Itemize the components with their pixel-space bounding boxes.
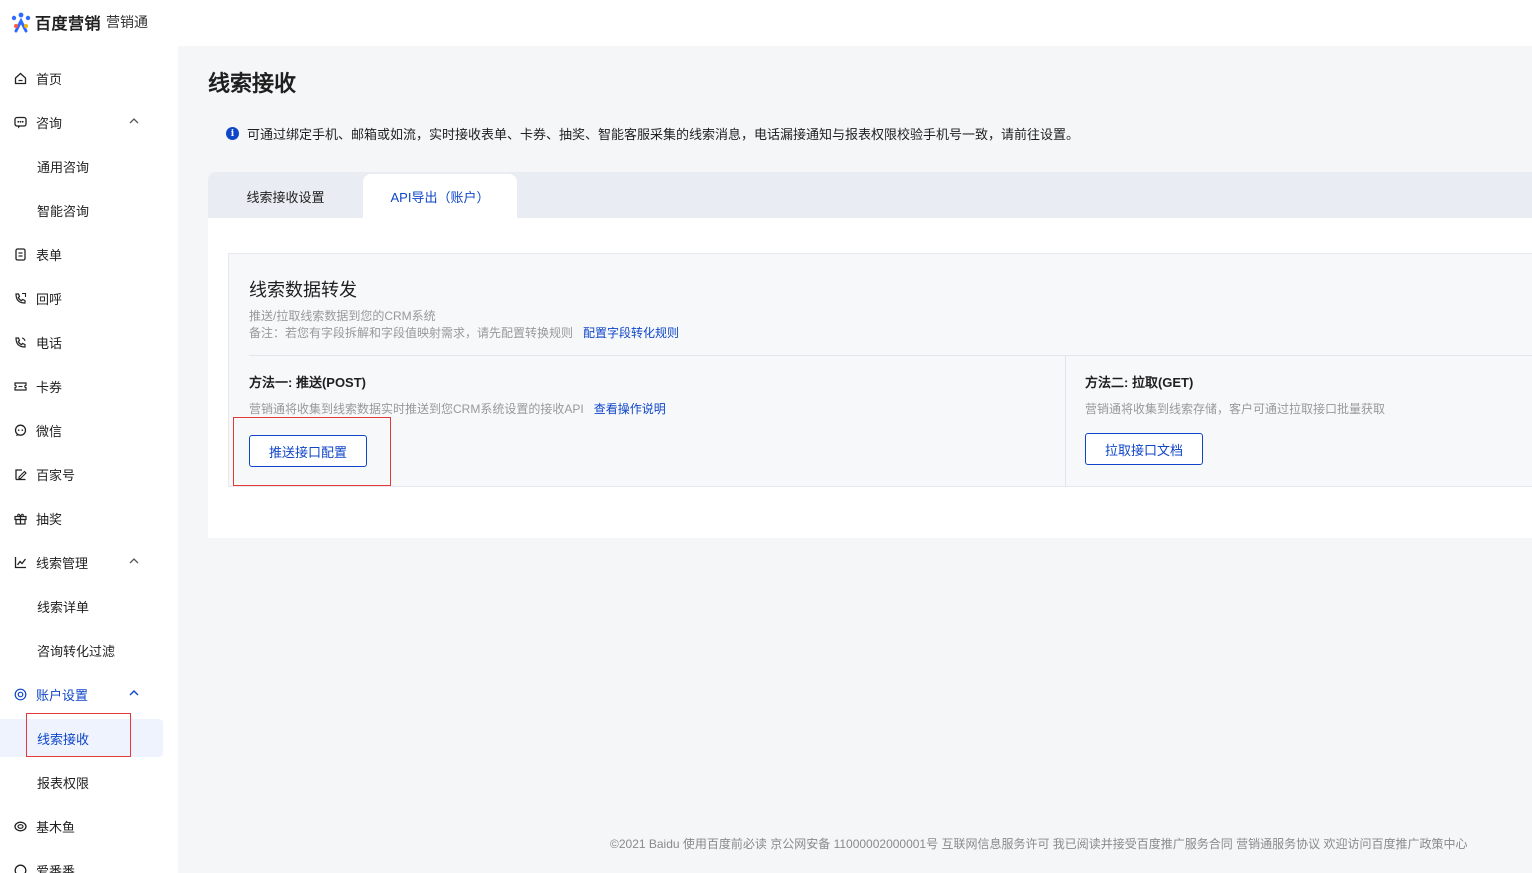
sidebar-item-jimuyu[interactable]: 基木鱼 bbox=[0, 804, 178, 848]
sidebar-item-label: 爱番番 bbox=[36, 863, 76, 873]
logo-product: 营销通 bbox=[106, 14, 149, 30]
sidebar-item-lead-detail[interactable]: 线索详单 bbox=[0, 584, 178, 628]
method-pull-desc-text: 营销通将收集到线索存储，客户可通过拉取接口批量获取 bbox=[1085, 402, 1386, 416]
sidebar-item-lottery[interactable]: 抽奖 bbox=[0, 496, 178, 540]
card-description: 推送/拉取线索数据到您的CRM系统 bbox=[249, 309, 436, 323]
sidebar-item-form[interactable]: 表单 bbox=[0, 232, 178, 276]
footer: ©2021 Baidu 使用百度前必读 京公网安备 11000002000001… bbox=[610, 837, 1468, 851]
method-push-desc: 营销通将收集到线索数据实时推送到您CRM系统设置的接收API 查看操作说明 bbox=[249, 400, 666, 417]
logo-brand: 百度营销 bbox=[35, 16, 102, 33]
sidebar-item-label: 智能咨询 bbox=[37, 203, 90, 219]
method-push: 方法一: 推送(POST) 营销通将收集到线索数据实时推送到您CRM系统设置的接… bbox=[249, 372, 666, 417]
aifanfan-icon bbox=[13, 863, 27, 873]
sidebar-item-aifanfan[interactable]: 爱番番 bbox=[0, 848, 178, 873]
sidebar-item-baijiahao[interactable]: 百家号 bbox=[0, 452, 178, 496]
divider bbox=[1065, 356, 1066, 487]
phone-icon bbox=[13, 335, 27, 349]
chevron-up-icon[interactable] bbox=[128, 555, 140, 570]
chat-icon bbox=[13, 115, 27, 129]
sidebar-item-label: 咨询转化过滤 bbox=[37, 643, 116, 659]
jimuyu-icon bbox=[13, 819, 27, 833]
sidebar-item-label: 抽奖 bbox=[36, 511, 63, 527]
sidebar-item-label: 报表权限 bbox=[37, 775, 90, 791]
sidebar-item-label: 线索接收 bbox=[37, 731, 90, 747]
logo[interactable]: 百度营销 营销通 bbox=[10, 10, 148, 34]
method-pull-desc: 营销通将收集到线索存储，客户可通过拉取接口批量获取 bbox=[1085, 400, 1385, 417]
notice-text: 可通过绑定手机、邮箱或如流，实时接收表单、卡券、抽奖、智能客服采集的线索消息，电… bbox=[247, 127, 1080, 142]
tab-api-export[interactable]: API导出（账户） bbox=[363, 174, 517, 218]
tab-lead-receive-settings[interactable]: 线索接收设置 bbox=[208, 172, 363, 218]
sidebar-item-phone[interactable]: 电话 bbox=[0, 320, 178, 364]
divider bbox=[249, 355, 1532, 356]
sidebar-item-smart-consult[interactable]: 智能咨询 bbox=[0, 188, 178, 232]
sidebar-item-label: 线索管理 bbox=[36, 555, 89, 571]
card-note-text: 备注：若您有字段拆解和字段值映射需求，请先配置转换规则 bbox=[249, 326, 574, 340]
card-title: 线索数据转发 bbox=[249, 280, 357, 300]
sidebar-item-label: 表单 bbox=[36, 247, 63, 263]
sidebar-item-label: 百家号 bbox=[36, 467, 76, 483]
sidebar-item-label: 卡券 bbox=[36, 379, 63, 395]
sidebar-item-consult-filter[interactable]: 咨询转化过滤 bbox=[0, 628, 178, 672]
sidebar-item-account-settings[interactable]: 账户设置 bbox=[0, 672, 178, 716]
sidebar-item-label: 首页 bbox=[36, 71, 63, 87]
sidebar-item-callback[interactable]: 回呼 bbox=[0, 276, 178, 320]
sidebar-item-label: 线索详单 bbox=[37, 599, 90, 615]
sidebar: 百度营销 营销通 首页 咨询 通用咨询 智能咨询 表单 回呼 电话 卡券 微信 … bbox=[0, 0, 178, 873]
sidebar-item-home[interactable]: 首页 bbox=[0, 56, 178, 100]
info-icon: i bbox=[226, 127, 239, 140]
sidebar-item-lead-receive[interactable]: 线索接收 bbox=[0, 719, 163, 757]
card-note: 备注：若您有字段拆解和字段值映射需求，请先配置转换规则 配置字段转化规则 bbox=[249, 324, 679, 341]
sidebar-item-label: 咨询 bbox=[36, 115, 63, 131]
sidebar-item-label: 基木鱼 bbox=[36, 819, 76, 835]
config-field-rules-link[interactable]: 配置字段转化规则 bbox=[583, 324, 679, 341]
sidebar-nav: 首页 咨询 通用咨询 智能咨询 表单 回呼 电话 卡券 微信 百家号 抽奖 线索… bbox=[0, 56, 178, 873]
lead-forward-card: 线索数据转发 推送/拉取线索数据到您的CRM系统 备注：若您有字段拆解和字段值映… bbox=[228, 253, 1532, 487]
settings-icon bbox=[13, 687, 27, 701]
method-push-title: 方法一: 推送(POST) bbox=[249, 375, 366, 390]
sidebar-item-lead-mgmt[interactable]: 线索管理 bbox=[0, 540, 178, 584]
sidebar-item-label: 微信 bbox=[36, 423, 63, 439]
gift-icon bbox=[13, 511, 27, 525]
sidebar-item-label: 电话 bbox=[36, 335, 63, 351]
sidebar-item-report-permission[interactable]: 报表权限 bbox=[0, 760, 178, 804]
page-title: 线索接收 bbox=[208, 71, 297, 96]
sidebar-item-wechat[interactable]: 微信 bbox=[0, 408, 178, 452]
sidebar-item-general-consult[interactable]: 通用咨询 bbox=[0, 144, 178, 188]
sidebar-item-label: 回呼 bbox=[36, 291, 63, 307]
pull-api-doc-button[interactable]: 拉取接口文档 bbox=[1085, 433, 1203, 465]
callback-icon bbox=[13, 291, 27, 305]
home-icon bbox=[13, 71, 27, 85]
push-api-config-button[interactable]: 推送接口配置 bbox=[249, 435, 367, 467]
wechat-icon bbox=[13, 423, 27, 437]
chart-icon bbox=[13, 555, 27, 569]
sidebar-item-coupon[interactable]: 卡券 bbox=[0, 364, 178, 408]
view-instructions-link[interactable]: 查看操作说明 bbox=[594, 400, 666, 417]
baidu-paw-icon bbox=[10, 11, 32, 33]
chevron-up-icon[interactable] bbox=[128, 687, 140, 702]
tab-panel: 线索数据转发 推送/拉取线索数据到您的CRM系统 备注：若您有字段拆解和字段值映… bbox=[208, 218, 1532, 538]
method-pull: 方法二: 拉取(GET) 营销通将收集到线索存储，客户可通过拉取接口批量获取 bbox=[1085, 372, 1385, 417]
chevron-up-icon[interactable] bbox=[128, 115, 140, 130]
notice-bar: i 可通过绑定手机、邮箱或如流，实时接收表单、卡券、抽奖、智能客服采集的线索消息… bbox=[226, 124, 1079, 143]
top-bar bbox=[178, 0, 1532, 46]
sidebar-item-consult[interactable]: 咨询 bbox=[0, 100, 178, 144]
method-pull-title: 方法二: 拉取(GET) bbox=[1085, 375, 1194, 390]
method-push-desc-text: 营销通将收集到线索数据实时推送到您CRM系统设置的接收API bbox=[249, 402, 584, 416]
form-icon bbox=[13, 247, 27, 261]
coupon-icon bbox=[13, 379, 27, 393]
sidebar-item-label: 通用咨询 bbox=[37, 159, 90, 175]
baijiahao-icon bbox=[13, 467, 27, 481]
sidebar-item-label: 账户设置 bbox=[36, 687, 89, 703]
tab-bar: 线索接收设置 API导出（账户） bbox=[208, 172, 1532, 218]
